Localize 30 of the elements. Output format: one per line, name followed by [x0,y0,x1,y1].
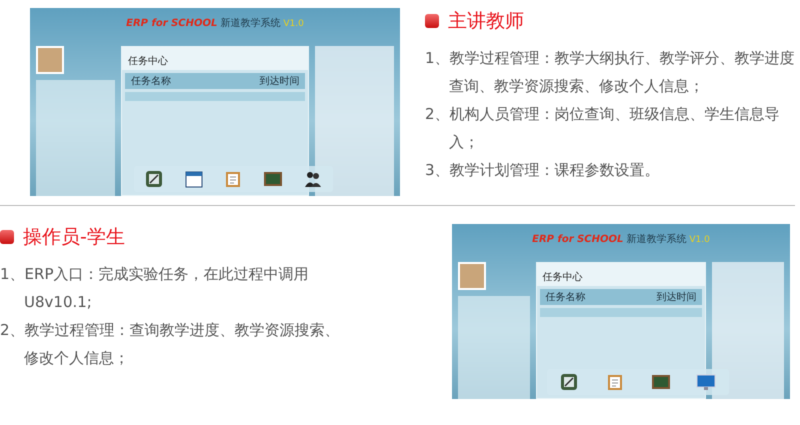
photo-placeholder [36,46,64,74]
people-icon[interactable] [303,169,324,189]
column-header: 任务名称 [130,75,171,88]
list-item: 3、教学计划管理：课程参数设置。 [425,160,661,181]
version-label: V1.0 [283,19,304,29]
app-title: ERP for SCHOOL [126,18,218,29]
column-header: 到达时间 [656,290,696,304]
list-item: 1、ERP入口：完成实验任务，在此过程中调用U8v10.1; [0,264,310,313]
app-title: ERP for SCHOOL [532,234,624,245]
bullet-icon [0,230,14,244]
app-title: 新道教学系统 [220,16,280,30]
notepad-icon[interactable] [144,169,164,189]
chalkboard-icon[interactable] [650,372,671,392]
bullet-icon [425,14,439,28]
list-item: 2、教学过程管理：查询教学进度、教学资源搜索、修改个人信息； [0,320,341,369]
app-title: 新道教学系统 [626,232,686,246]
photo-placeholder [458,262,486,290]
chalkboard-icon[interactable] [263,169,284,189]
panel-title: 任务中心 [542,272,583,283]
section-heading: 主讲教师 [448,9,524,34]
calendar-icon[interactable] [184,169,204,189]
list-item: 1、教学过程管理：教学大纲执行、教学评分、教学进度查询、教学资源搜索、修改个人信息； [425,48,796,97]
monitor-icon[interactable] [696,372,716,392]
column-header: 任务名称 [546,291,586,304]
version-label: V1.0 [689,235,710,245]
list-item: 2、机构人员管理：岗位查询、班级信息、学生信息导入； [425,104,781,153]
notepad-icon[interactable] [559,372,580,392]
column-header: 到达时间 [259,74,300,88]
section-heading: 操作员-学生 [23,225,125,250]
panel-title: 任务中心 [128,56,168,67]
